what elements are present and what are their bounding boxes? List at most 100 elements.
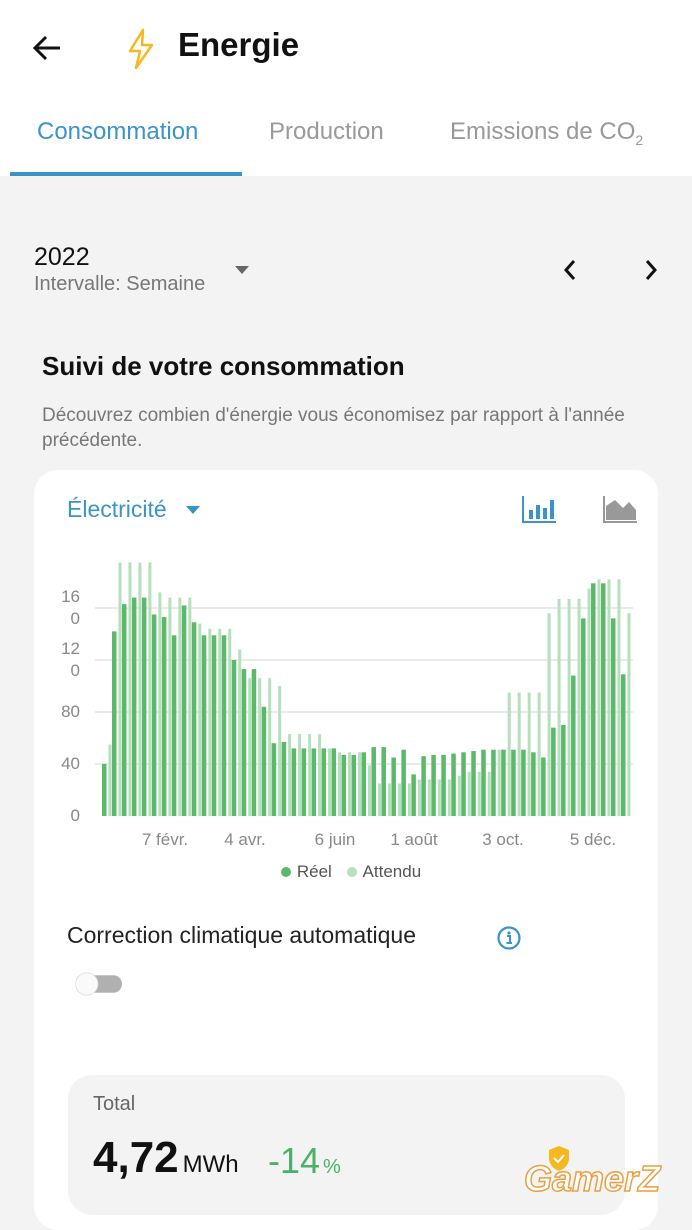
bar-attendu (258, 678, 262, 816)
bar-attendu (158, 592, 162, 816)
bar-attendu (427, 779, 431, 816)
bar-attendu (298, 734, 302, 816)
period-interval[interactable]: Intervalle: Semaine (34, 273, 205, 296)
bar-attendu (178, 597, 182, 816)
bar-reel (571, 675, 576, 816)
bar-attendu (487, 771, 491, 816)
energy-type-dropdown[interactable]: Électricité (67, 496, 167, 523)
bar-reel (331, 748, 337, 816)
bar-reel (271, 743, 277, 816)
bar-attendu (497, 749, 501, 816)
bar-reel (471, 751, 476, 816)
consumption-chart (95, 562, 633, 816)
climate-correction-label: Correction climatique automatique (67, 922, 417, 948)
y-tick-label: 0 (70, 806, 80, 825)
legend-attendu[interactable]: Attendu (363, 862, 422, 881)
bar-attendu (617, 579, 621, 816)
bar-attendu (437, 779, 441, 816)
y-tick-label: 40 (61, 754, 80, 773)
bar-reel (411, 774, 416, 816)
bar-chart-icon[interactable] (521, 494, 557, 524)
bar-attendu (128, 562, 132, 816)
bar-attendu (148, 562, 152, 816)
total-change: -14% (268, 1140, 341, 1182)
bar-attendu (268, 678, 272, 816)
bar-reel (421, 756, 426, 816)
bar-reel (251, 669, 257, 816)
bar-reel (371, 747, 376, 816)
section-title: Suivi de votre consommation (42, 351, 405, 381)
bar-reel (610, 618, 616, 816)
tab-emissions[interactable]: Emissions de CO2 (450, 118, 643, 148)
legend-dot-reel (280, 867, 291, 877)
y-tick-label: 120 (61, 639, 80, 680)
climate-correction-toggle[interactable] (68, 972, 128, 996)
bar-reel (191, 622, 197, 816)
bar-reel (561, 725, 566, 816)
total-label: Total (93, 1093, 136, 1115)
bar-attendu (547, 613, 551, 816)
chevron-left-icon[interactable] (562, 259, 578, 281)
chevron-right-icon[interactable] (643, 259, 659, 281)
app-bar (0, 0, 692, 176)
bar-reel (491, 749, 496, 816)
bar-reel (161, 617, 167, 816)
bar-reel (211, 635, 217, 816)
bar-attendu (118, 562, 122, 816)
bar-attendu (228, 628, 232, 816)
bar-attendu (377, 783, 381, 816)
bar-reel (441, 754, 446, 816)
bar-reel (591, 583, 596, 816)
bar-reel (291, 748, 297, 816)
area-chart-icon[interactable] (602, 494, 638, 524)
y-tick-label: 80 (61, 702, 80, 721)
tab-emissions-label: Emissions de CO (450, 118, 636, 145)
info-icon[interactable] (496, 925, 522, 951)
period-year[interactable]: 2022 (34, 243, 90, 272)
bar-attendu (338, 752, 342, 816)
x-tick-label: 1 août (390, 830, 438, 849)
bar-reel (321, 748, 327, 816)
x-tick-label: 7 févr. (141, 830, 189, 849)
bar-reel (481, 749, 486, 816)
chart-legend: Réel Attendu (0, 862, 692, 882)
bar-attendu (397, 783, 401, 816)
bar-reel (341, 754, 347, 816)
caret-down-icon (186, 506, 200, 514)
bar-reel (381, 747, 386, 816)
bar-attendu (248, 678, 252, 816)
bar-attendu (557, 598, 561, 816)
bar-reel (171, 635, 177, 816)
legend-reel[interactable]: Réel (297, 862, 332, 881)
bar-reel (131, 597, 137, 816)
bar-attendu (507, 692, 511, 816)
bar-reel (531, 752, 536, 816)
caret-down-icon[interactable] (235, 266, 249, 274)
bar-attendu (218, 628, 222, 816)
bar-reel (501, 749, 506, 816)
bar-attendu (477, 771, 481, 816)
bar-reel (311, 748, 317, 816)
total-change-unit: % (323, 1156, 341, 1178)
arrow-left-icon[interactable] (32, 34, 62, 62)
bar-attendu (238, 649, 242, 816)
bar-attendu (348, 752, 352, 816)
bar-attendu (108, 744, 112, 816)
bar-reel (241, 669, 247, 816)
active-tab-indicator (10, 172, 242, 176)
bar-attendu (517, 692, 521, 816)
bar-reel (351, 754, 356, 816)
tab-production[interactable]: Production (269, 118, 384, 146)
bar-reel (281, 741, 287, 816)
bar-attendu (567, 598, 571, 816)
bar-attendu (577, 598, 581, 816)
bar-attendu (447, 779, 451, 816)
bar-reel (451, 753, 456, 816)
bar-attendu (467, 771, 471, 816)
x-tick-label: 6 juin (314, 830, 356, 849)
bar-attendu (597, 579, 601, 816)
tab-consommation[interactable]: Consommation (37, 118, 198, 146)
bar-attendu (537, 692, 541, 816)
bar-attendu (168, 597, 172, 816)
bar-reel (201, 635, 207, 816)
